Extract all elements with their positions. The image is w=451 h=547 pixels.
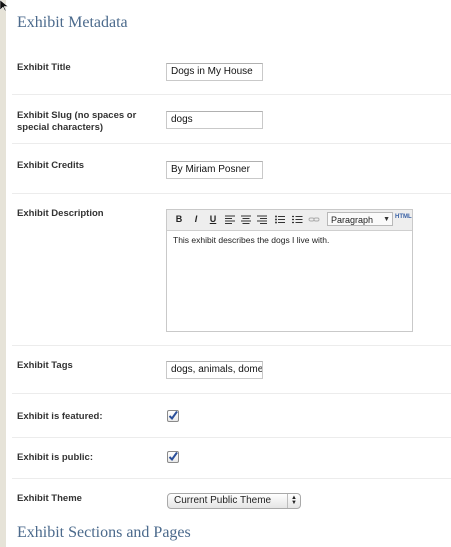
left-margin-bar <box>0 0 6 547</box>
link-icon[interactable] <box>308 213 320 226</box>
editor-content[interactable]: This exhibit describes the dogs I live w… <box>167 231 412 249</box>
exhibit-description-label: Exhibit Description <box>17 208 104 219</box>
checkmark-icon <box>168 451 178 462</box>
bold-button[interactable]: B <box>173 213 185 226</box>
exhibit-featured-label: Exhibit is featured: <box>17 411 103 422</box>
italic-button[interactable]: I <box>190 213 202 226</box>
exhibit-theme-label: Exhibit Theme <box>17 493 82 504</box>
checkmark-icon <box>168 410 178 421</box>
numbered-list-icon[interactable] <box>291 213 303 226</box>
exhibit-credits-input[interactable]: By Miriam Posner <box>166 161 263 179</box>
exhibit-description-editor[interactable]: B I U Paragraph ▼ HTML This exhibit desc… <box>166 209 413 332</box>
featured-checkbox[interactable] <box>167 410 179 422</box>
html-button[interactable]: HTML <box>395 214 412 220</box>
exhibit-slug-label: Exhibit Slug (no spaces or special chara… <box>17 110 137 133</box>
align-center-icon[interactable] <box>240 213 252 226</box>
row-divider <box>12 143 451 144</box>
exhibit-tags-label: Exhibit Tags <box>17 360 73 371</box>
align-right-icon[interactable] <box>256 213 268 226</box>
exhibit-theme-value: Current Public Theme <box>174 495 272 506</box>
format-select-value: Paragraph <box>331 215 374 225</box>
exhibit-tags-input[interactable]: dogs, animals, dome <box>166 361 263 379</box>
align-left-icon[interactable] <box>224 213 236 226</box>
editor-toolbar: B I U Paragraph ▼ HTML <box>167 210 412 231</box>
public-checkbox[interactable] <box>167 451 179 463</box>
exhibit-title-label: Exhibit Title <box>17 62 71 73</box>
row-divider <box>12 193 451 194</box>
exhibit-public-label: Exhibit is public: <box>17 452 94 463</box>
row-divider <box>12 94 451 95</box>
row-divider <box>12 437 451 438</box>
row-divider <box>12 478 451 479</box>
format-select[interactable]: Paragraph ▼ <box>327 212 393 226</box>
underline-button[interactable]: U <box>207 213 219 226</box>
bullet-list-icon[interactable] <box>274 213 286 226</box>
chevron-down-icon: ▼ <box>383 216 390 223</box>
exhibit-metadata-heading: Exhibit Metadata <box>17 14 128 31</box>
row-divider <box>12 345 451 346</box>
exhibit-slug-input[interactable]: dogs <box>166 111 263 129</box>
mouse-pointer-icon <box>0 0 9 12</box>
exhibit-title-input[interactable]: Dogs in My House <box>166 63 263 81</box>
row-divider <box>12 393 451 394</box>
select-arrows-icon: ▲ ▼ <box>287 494 300 508</box>
exhibit-theme-select[interactable]: Current Public Theme ▲ ▼ <box>167 493 301 509</box>
exhibit-credits-label: Exhibit Credits <box>17 160 85 171</box>
exhibit-sections-heading: Exhibit Sections and Pages <box>17 524 191 541</box>
